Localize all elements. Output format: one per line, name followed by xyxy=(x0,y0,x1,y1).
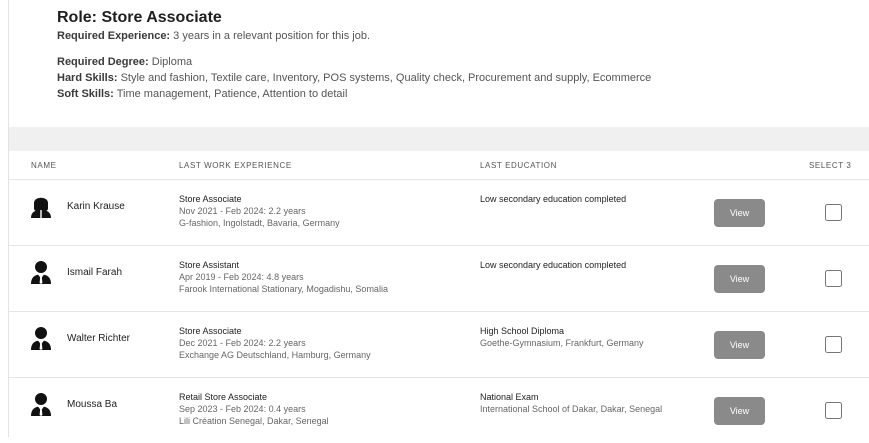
education-title: Low secondary education completed xyxy=(480,194,627,204)
female-user-icon xyxy=(31,197,51,218)
soft-skills-value: Time management, Patience, Attention to … xyxy=(116,88,348,100)
header-select: SELECT 3 xyxy=(809,161,852,170)
select-checkbox[interactable] xyxy=(825,270,842,287)
required-degree-value: Diploma xyxy=(151,56,193,68)
education-place: International School of Dakar, Dakar, Se… xyxy=(480,404,663,414)
education-title: Low secondary education completed xyxy=(480,260,627,270)
hard-skills-label: Hard Skills: xyxy=(57,72,118,84)
view-button[interactable]: View xyxy=(714,265,765,293)
education: Low secondary education completed xyxy=(480,259,626,271)
view-button[interactable]: View xyxy=(714,331,765,359)
job-title: Retail Store Associate xyxy=(179,392,268,402)
work-experience: Store Assistant Apr 2019 - Feb 2024: 4.8… xyxy=(179,259,388,295)
work-experience: Store Associate Nov 2021 - Feb 2024: 2.2… xyxy=(179,193,340,229)
view-button[interactable]: View xyxy=(714,199,765,227)
select-checkbox[interactable] xyxy=(825,204,842,221)
candidate-name: Karin Krause xyxy=(67,201,125,212)
male-user-icon xyxy=(31,327,51,350)
select-checkbox[interactable] xyxy=(825,336,842,353)
candidate-name: Walter Richter xyxy=(67,333,130,344)
table-row: Walter Richter Store Associate Dec 2021 … xyxy=(9,312,869,378)
candidates-table: NAME LAST WORK EXPERIENCE LAST EDUCATION… xyxy=(9,151,869,443)
job-period: Dec 2021 - Feb 2024: 2.2 years xyxy=(179,338,306,348)
role-summary: Role: Store Associate Required Experienc… xyxy=(57,8,857,102)
education-place: Goethe-Gymnasium, Frankfurt, Germany xyxy=(480,338,644,348)
education: National Exam International School of Da… xyxy=(480,391,662,415)
hard-skills: Hard Skills: Style and fashion, Textile … xyxy=(57,70,857,86)
soft-skills-label: Soft Skills: xyxy=(57,88,114,100)
job-place: G-fashion, Ingolstadt, Bavaria, Germany xyxy=(179,218,340,228)
section-divider-band xyxy=(9,127,869,151)
header-work: LAST WORK EXPERIENCE xyxy=(179,161,292,170)
job-title: Store Assistant xyxy=(179,260,240,270)
table-row: Karin Krause Store Associate Nov 2021 - … xyxy=(9,180,869,246)
required-experience: Required Experience: 3 years in a releva… xyxy=(57,28,857,44)
header-name: NAME xyxy=(31,161,57,170)
job-period: Apr 2019 - Feb 2024: 4.8 years xyxy=(179,272,304,282)
education-title: National Exam xyxy=(480,392,539,402)
education-title: High School Diploma xyxy=(480,326,565,336)
job-title: Store Associate xyxy=(179,326,242,336)
male-user-icon xyxy=(31,393,51,416)
job-place: Lili Création Senegal, Dakar, Senegal xyxy=(179,416,329,426)
work-experience: Retail Store Associate Sep 2023 - Feb 20… xyxy=(179,391,329,427)
education: High School Diploma Goethe-Gymnasium, Fr… xyxy=(480,325,644,349)
soft-skills: Soft Skills: Time management, Patience, … xyxy=(57,86,857,102)
required-degree: Required Degree: Diploma xyxy=(57,54,857,70)
header-education: LAST EDUCATION xyxy=(480,161,558,170)
required-degree-label: Required Degree: xyxy=(57,56,149,68)
male-user-icon xyxy=(31,261,51,284)
candidate-name: Moussa Ba xyxy=(67,399,118,410)
job-title: Store Associate xyxy=(179,194,242,204)
education: Low secondary education completed xyxy=(480,193,626,205)
required-experience-label: Required Experience: xyxy=(57,30,171,42)
role-title: Role: Store Associate xyxy=(57,9,222,26)
job-period: Sep 2023 - Feb 2024: 0.4 years xyxy=(179,404,306,414)
work-experience: Store Associate Dec 2021 - Feb 2024: 2.2… xyxy=(179,325,371,361)
table-row: Ismail Farah Store Assistant Apr 2019 - … xyxy=(9,246,869,312)
hard-skills-value: Style and fashion, Textile care, Invento… xyxy=(120,72,652,84)
table-row: Moussa Ba Retail Store Associate Sep 202… xyxy=(9,378,869,443)
table-header: NAME LAST WORK EXPERIENCE LAST EDUCATION… xyxy=(9,151,869,180)
candidate-name: Ismail Farah xyxy=(67,267,123,278)
view-button[interactable]: View xyxy=(714,397,765,425)
required-experience-value: 3 years in a relevant position for this … xyxy=(173,30,371,42)
job-period: Nov 2021 - Feb 2024: 2.2 years xyxy=(179,206,306,216)
select-checkbox[interactable] xyxy=(825,402,842,419)
job-place: Farook International Stationary, Mogadis… xyxy=(179,284,388,294)
job-place: Exchange AG Deutschland, Hamburg, German… xyxy=(179,350,371,360)
